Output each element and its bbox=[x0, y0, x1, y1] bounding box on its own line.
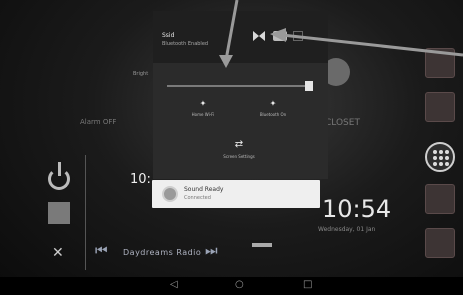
arrow-to-slider bbox=[224, 0, 239, 61]
back-icon[interactable]: ◁ bbox=[170, 279, 178, 290]
home-icon[interactable]: ○ bbox=[235, 279, 244, 290]
arrow-to-slider-head bbox=[219, 55, 233, 68]
annotation-arrows bbox=[219, 0, 463, 68]
arrow-to-header-head bbox=[270, 28, 286, 42]
navigation-bar: ◁ ○ □ bbox=[0, 277, 463, 295]
recents-icon[interactable]: □ bbox=[303, 279, 312, 290]
tablet-screen: Alarm OFF CLOSET ✕ 10: 10:54 Wednesday, … bbox=[0, 0, 463, 295]
arrow-to-header bbox=[281, 33, 463, 57]
